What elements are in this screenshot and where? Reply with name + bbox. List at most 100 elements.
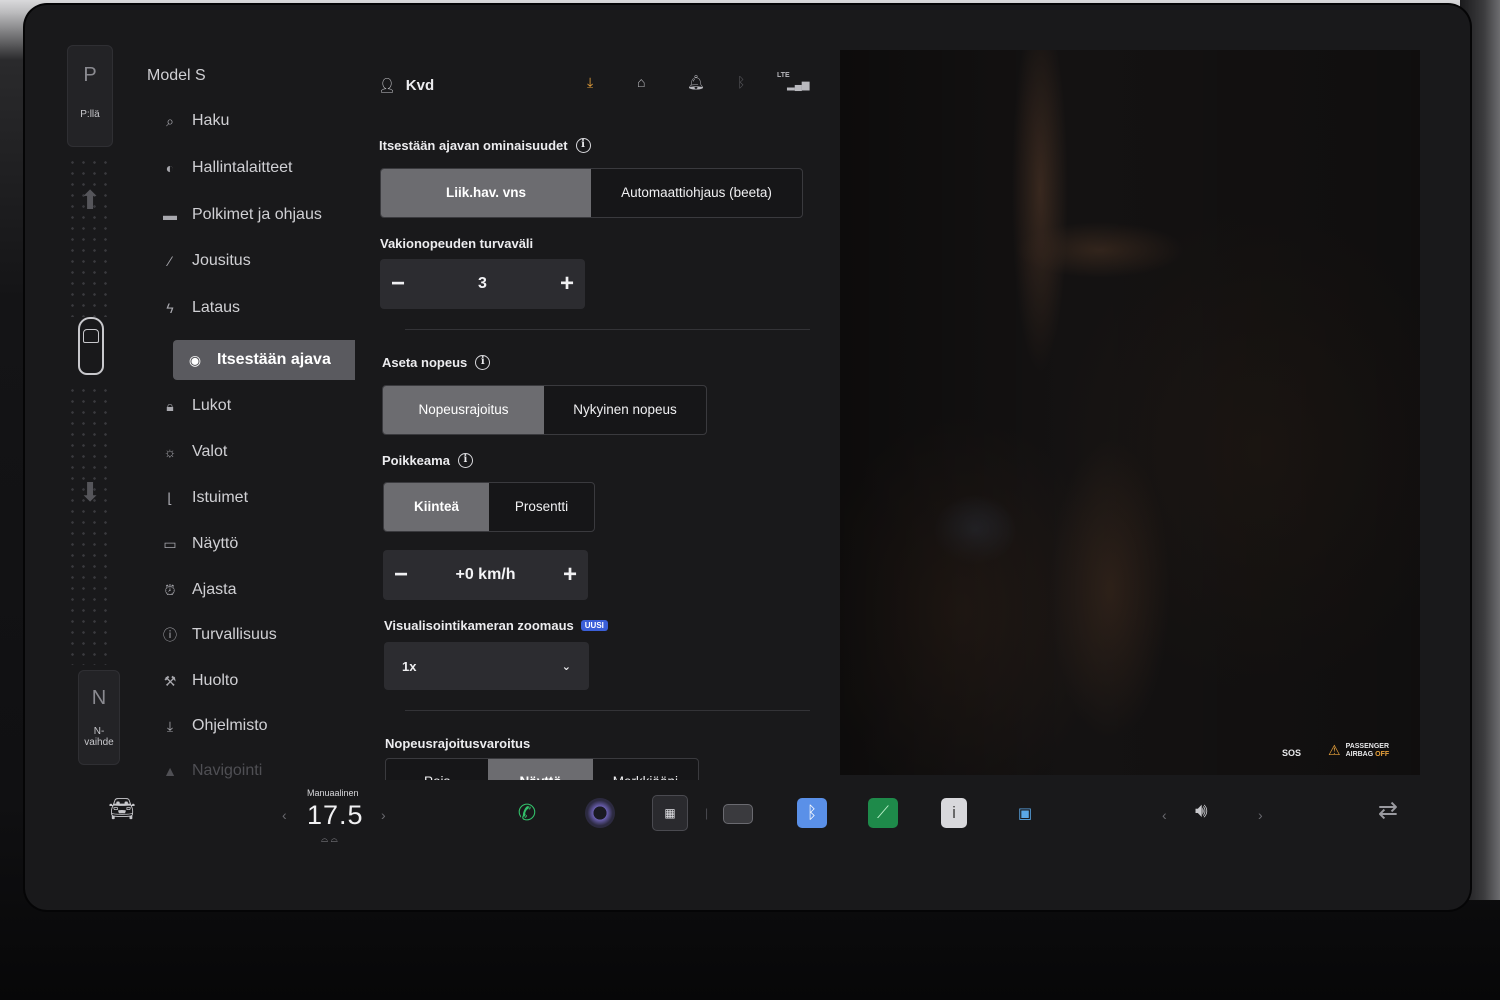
cabin-temperature[interactable]: 17.5 [307, 800, 364, 831]
download-icon[interactable]: ⤓ [587, 74, 593, 91]
info-icon[interactable]: i [475, 355, 491, 370]
sidebar-item-display[interactable]: ▭ Näyttö [148, 524, 343, 564]
camera-shade [840, 50, 1420, 775]
manual-icon[interactable]: i [941, 798, 967, 828]
offset-option-percent[interactable]: Prosentti [489, 483, 594, 531]
bluetooth-icon[interactable]: ᛒ [797, 798, 827, 828]
alarm-clock-icon: ⏰︎ [164, 581, 176, 598]
features-option-tacc[interactable]: Liik.hav. vns [381, 169, 591, 217]
gear-park[interactable]: P P:llä [67, 45, 113, 147]
speed-warning-segmented: Pois Näyttö Merkkiääni [385, 758, 699, 780]
chevron-right-icon[interactable]: › [1258, 807, 1263, 823]
airbag-line-2-prefix: AIRBAG [1345, 750, 1374, 758]
sidebar-item-autopilot[interactable]: ◉ Itsestään ajava [173, 340, 355, 380]
sidebar-item-label: Huolto [192, 672, 239, 689]
vehicle-name: Model S [147, 67, 206, 84]
offset-option-fixed[interactable]: Kiinteä [384, 483, 489, 531]
offset-label: Poikkeama i [382, 453, 473, 468]
speed-warning-option-chime[interactable]: Merkkiääni [593, 759, 698, 780]
section-divider [405, 329, 810, 330]
garage-icon[interactable]: ⌂ [637, 74, 645, 90]
chevron-right-icon[interactable]: › [381, 807, 386, 823]
minus-button[interactable]: − [380, 270, 416, 298]
sidebar-item-service[interactable]: ⚒︎ Huolto [148, 661, 343, 701]
steering-wheel-icon: ◉ [188, 351, 202, 368]
sidebar-item-suspension[interactable]: ⁄ Jousitus [148, 241, 343, 281]
sidebar-item-label: Turvallisuus [192, 626, 277, 643]
bolt-icon: ϟ [166, 300, 174, 316]
sidebar-item-controls[interactable]: ◐ Hallintalaitteet [148, 148, 343, 188]
touchscreen: P P:llä ⬆ ⬇ N N- vaihde Model S ⌕ Haku ◐… [25, 5, 1470, 910]
glovebox-icon[interactable] [723, 804, 753, 824]
sidebar-item-safety[interactable]: ⓘ Turvallisuus [148, 615, 343, 655]
settings-sidebar: Model S ⌕ Haku ◐ Hallintalaitteet ▬ Polk… [145, 45, 355, 780]
separator: | [705, 806, 709, 820]
profile-name[interactable]: Kvd [406, 77, 434, 94]
set-speed-option-limit[interactable]: Nopeusrajoitus [383, 386, 544, 434]
offset-segmented: Kiinteä Prosentti [383, 482, 595, 532]
status-bar: 👤︎ Kvd ⤓ ⌂ 🔔︎ ᛒ LTE ▂▄▆ [375, 70, 809, 100]
swap-icon[interactable]: ⇄ [1378, 796, 1398, 825]
bluetooth-icon[interactable]: ᛒ [737, 74, 745, 90]
speed-warning-option-display[interactable]: Näyttö [488, 759, 593, 780]
gear-selector[interactable]: P P:llä ⬆ ⬇ N N- vaihde [67, 45, 120, 770]
sidebar-item-software[interactable]: ⤓ Ohjelmisto [148, 706, 343, 746]
sidebar-item-label: Lataus [192, 299, 241, 316]
gear-dots-top [67, 157, 113, 317]
volume-icon[interactable]: 🔊︎ [1195, 800, 1208, 823]
sidebar-item-charging[interactable]: ϟ Lataus [148, 288, 343, 328]
toybox-icon[interactable]: ▣ [1010, 798, 1040, 828]
sidebar-item-label: Valot [192, 443, 228, 460]
car-icon[interactable]: 🚘︎ [108, 796, 136, 822]
gear-neutral-label-1: N- [93, 726, 105, 737]
gear-neutral-letter: N [91, 687, 107, 709]
sidebar-item-search[interactable]: ⌕ Haku [148, 101, 343, 141]
climate-mode-label: Manuaalinen [307, 788, 359, 798]
plus-button[interactable]: + [552, 561, 588, 589]
seat-heater-icon[interactable]: ⌓ ⌓ [321, 834, 338, 845]
sidebar-item-label: Hallintalaitteet [192, 159, 293, 176]
offset-label-text: Poikkeama [382, 453, 450, 468]
energy-chart-icon[interactable]: ⟋ [868, 798, 898, 828]
sun-icon: ☼ [163, 444, 177, 460]
phone-icon[interactable]: ✆ [512, 798, 542, 828]
profile-icon[interactable]: 👤︎ [378, 77, 396, 94]
chevron-left-icon[interactable]: ‹ [1162, 807, 1167, 823]
camera-icon[interactable] [585, 798, 615, 828]
gear-neutral[interactable]: N N- vaihde [78, 670, 120, 765]
chevron-left-icon[interactable]: ‹ [282, 807, 287, 823]
sidebar-item-label: Lukot [192, 397, 232, 414]
info-icon[interactable]: i [575, 138, 591, 153]
sidebar-item-label: Istuimet [192, 489, 249, 506]
sidebar-item-schedule[interactable]: ⏰︎ Ajasta [148, 570, 343, 610]
app-launcher-icon[interactable]: ▦ [652, 795, 688, 831]
following-distance-stepper: − 3 + [380, 259, 585, 309]
minus-button[interactable]: − [383, 561, 419, 589]
car-windshield [83, 329, 99, 343]
wrench-icon: ⚒︎ [163, 672, 177, 689]
sidebar-item-pedals-steering[interactable]: ▬ Polkimet ja ohjaus [148, 195, 343, 235]
airbag-text: PASSENGER AIRBAG OFF [1346, 743, 1406, 759]
bell-icon[interactable]: 🔔︎ [687, 74, 705, 91]
plus-button[interactable]: + [549, 270, 585, 298]
sidebar-item-lights[interactable]: ☼ Valot [148, 432, 343, 472]
following-distance-value: 3 [478, 275, 487, 292]
sidebar-item-locks[interactable]: 🔒︎ Lukot [148, 386, 343, 426]
info-icon[interactable]: i [457, 453, 473, 468]
sidebar-item-label: Haku [192, 112, 230, 129]
navigation-icon: ▲ [163, 763, 177, 779]
zoom-label-text: Visualisointikameran zoomaus [384, 618, 574, 633]
camera-view: SOS ⚠ PASSENGER AIRBAG OFF [840, 50, 1420, 775]
features-option-autosteer[interactable]: Automaattiohjaus (beeta) [591, 169, 802, 217]
speed-warning-option-off[interactable]: Pois [386, 759, 488, 780]
lte-label: LTE [777, 72, 790, 79]
zoom-select[interactable]: 1x ⌄ [384, 642, 589, 690]
sidebar-item-seats[interactable]: ⌊ Istuimet [148, 478, 343, 518]
set-speed-option-current[interactable]: Nykyinen nopeus [544, 386, 706, 434]
features-label-text: Itsestään ajavan ominaisuudet [379, 138, 568, 153]
airbag-status-off: OFF [1375, 750, 1390, 758]
passenger-airbag-status: ⚠ PASSENGER AIRBAG OFF [1328, 742, 1406, 759]
wrench-icon: ⁄ [168, 253, 172, 269]
search-icon: ⌕ [166, 112, 174, 129]
sidebar-item-navigation[interactable]: ▲ Navigointi [148, 751, 343, 780]
